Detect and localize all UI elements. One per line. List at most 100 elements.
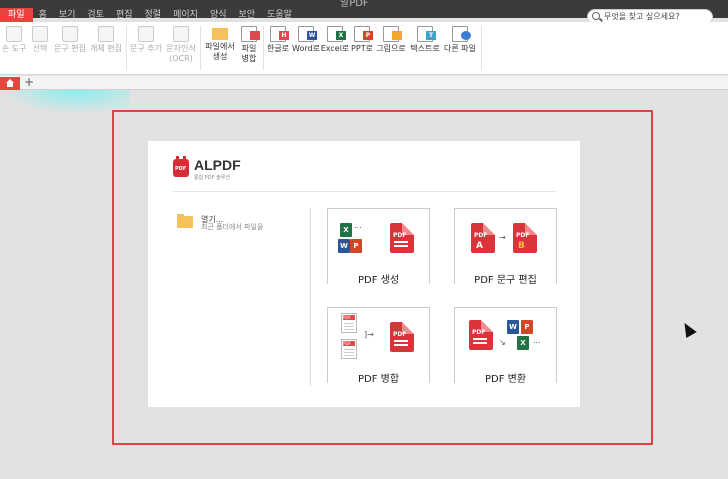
ocr-button[interactable]: 문자인식 (OCR) (164, 22, 198, 64)
edit-text-label: 문구 편집 (54, 44, 86, 53)
to-ppt-label: PPT로 (351, 44, 373, 53)
pdf-b-icon: PDF B (513, 223, 537, 253)
edit-pdf-text-card[interactable]: PDF A → PDF B PDF 문구 편집 (454, 208, 557, 287)
pdf-file-icon: PDF (469, 320, 493, 350)
add-text-label: 문구 추가 (130, 44, 162, 53)
arrow-icon: → (499, 233, 506, 242)
to-excel-label: Excel로 (320, 44, 350, 53)
to-ppt-button[interactable]: P PPT로 (350, 22, 374, 54)
image-file-icon (383, 26, 402, 42)
to-word-label: Word로 (292, 44, 320, 53)
to-word-button[interactable]: W Word로 (292, 22, 320, 54)
home-tab[interactable] (0, 77, 20, 90)
add-text-button[interactable]: 문구 추가 (128, 22, 164, 54)
create-pdf-card[interactable]: X W P ... PDF PDF 생성 (327, 208, 430, 287)
to-other-file-label: 다른 파일 (444, 44, 476, 53)
create-from-file-sublabel: 생성 (212, 52, 228, 61)
brand-subtitle: 통합 PDF 솔루션 (194, 175, 230, 181)
to-other-file-button[interactable]: 다른 파일 (442, 22, 478, 54)
document-icon: PDF (341, 339, 357, 359)
select-button[interactable]: 선택 (28, 22, 52, 54)
menu-arrange[interactable]: 정렬 (139, 8, 168, 22)
merge-files-sublabel: 병합 (241, 54, 257, 63)
document-icon: PDF (341, 313, 357, 333)
merge-icon (241, 26, 260, 42)
word-file-icon: W (298, 26, 317, 42)
open-folder-icon[interactable] (177, 214, 193, 228)
pdf-a-icon: PDF A (471, 223, 495, 253)
menu-help[interactable]: 도움말 (261, 8, 298, 22)
ribbon-separator (481, 26, 482, 70)
to-text-label: 텍스트로 (410, 44, 440, 53)
folder-icon (212, 28, 228, 40)
ellipsis: ... (354, 221, 362, 230)
word-icon: W (338, 239, 350, 253)
excel-icon: X (340, 223, 352, 237)
menu-bar: 파일 홈 보기 검토 편집 정렬 페이지 양식 보안 도움말 (0, 8, 580, 22)
select-label: 선택 (32, 44, 48, 53)
ppt-icon: P (521, 320, 533, 334)
menu-home[interactable]: 홈 (33, 8, 53, 22)
excel-file-icon: X (327, 26, 346, 42)
hand-tool-button[interactable]: 손 도구 (0, 22, 28, 54)
merge-files-button[interactable]: 파일 병합 (238, 22, 260, 64)
hand-icon (6, 26, 22, 42)
ellipsis: ... (533, 336, 541, 345)
to-image-label: 그림으로 (376, 44, 406, 53)
open-description: 최근 폴더에서 파일을 (201, 223, 264, 231)
menu-page[interactable]: 페이지 (167, 8, 204, 22)
alpdf-logo-icon: PDF (173, 156, 189, 177)
menu-view[interactable]: 보기 (53, 8, 82, 22)
create-from-file-label: 파일에서 (205, 42, 235, 51)
edit-pdf-text-label: PDF 문구 편집 (455, 275, 556, 287)
merge-files-label: 파일 (241, 44, 257, 53)
search-icon (592, 12, 600, 20)
ppt-icon: P (350, 239, 362, 253)
start-page-card: PDF ALPDF 통합 PDF 솔루션 열기... 최근 폴더에서 파일을 X… (148, 141, 580, 407)
merge-pdf-label: PDF 병합 (328, 374, 429, 386)
to-text-button[interactable]: T 텍스트로 (408, 22, 442, 54)
ribbon-toolbar: 손 도구 선택 문구 편집 개체 편집 문구 추가 문자인식 (OCR) 파일에… (0, 22, 728, 75)
brand-title: ALPDF (194, 157, 241, 173)
edit-object-icon (98, 26, 114, 42)
menu-edit[interactable]: 편집 (110, 8, 139, 22)
convert-pdf-label: PDF 변환 (455, 374, 556, 386)
ocr-sublabel: (OCR) (169, 54, 193, 63)
excel-icon: X (517, 336, 529, 350)
text-file-icon: T (417, 26, 436, 42)
add-text-icon (138, 26, 154, 42)
other-file-icon (452, 26, 471, 42)
ribbon-separator (200, 26, 201, 70)
merge-arrow-icon: ]→ (364, 330, 374, 339)
menu-security[interactable]: 보안 (233, 8, 262, 22)
select-icon (32, 26, 48, 42)
edit-object-button[interactable]: 개체 편집 (88, 22, 124, 54)
new-tab-button[interactable]: + (24, 75, 34, 89)
decorative-glow (0, 90, 130, 114)
ribbon-separator (126, 26, 127, 70)
document-tab-bar: + (0, 75, 728, 90)
ocr-label: 문자인식 (166, 44, 196, 53)
to-image-button[interactable]: 그림으로 (374, 22, 408, 54)
edit-object-label: 개체 편집 (90, 44, 122, 53)
to-excel-button[interactable]: X Excel로 (320, 22, 350, 54)
menu-file[interactable]: 파일 (0, 8, 33, 22)
diagonal-arrow-icon: ↘ (499, 338, 506, 347)
edit-text-button[interactable]: 문구 편집 (52, 22, 88, 54)
to-hwp-label: 한글로 (266, 44, 290, 53)
convert-pdf-card[interactable]: PDF ↘ W P X ... PDF 변환 (454, 307, 557, 386)
edit-text-icon (62, 26, 78, 42)
ocr-icon (173, 26, 189, 42)
ppt-file-icon: P (354, 26, 373, 42)
menu-review[interactable]: 검토 (81, 8, 110, 22)
hwp-file-icon: H (270, 26, 289, 42)
to-hwp-button[interactable]: H 한글로 (264, 22, 292, 54)
hand-tool-label: 손 도구 (1, 44, 27, 53)
merge-pdf-card[interactable]: PDF PDF ]→ PDF PDF 병합 (327, 307, 430, 386)
create-from-file-button[interactable]: 파일에서 생성 (202, 22, 238, 62)
search-placeholder: 무엇을 찾고 싶으세요? (604, 12, 680, 21)
menu-form[interactable]: 양식 (204, 8, 233, 22)
vertical-divider (310, 208, 311, 386)
mouse-cursor-icon (679, 319, 697, 339)
create-pdf-label: PDF 생성 (328, 275, 429, 287)
